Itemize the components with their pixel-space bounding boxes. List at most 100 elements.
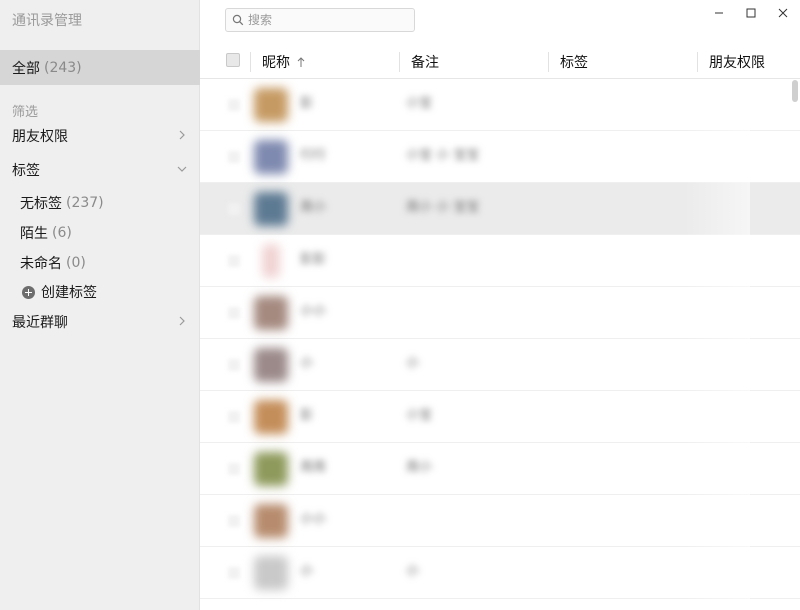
row-checkbox[interactable]: [228, 255, 240, 267]
row-checkbox[interactable]: [228, 463, 240, 475]
sidebar-item-label: 朋友权限: [12, 129, 68, 145]
tag-item-untagged[interactable]: 无标签 (237): [0, 190, 200, 216]
table-row[interactable]: 彭彭: [200, 235, 800, 287]
sidebar-item-recent-groups[interactable]: 最近群聊: [0, 308, 200, 336]
table-row[interactable]: 小 小: [200, 547, 800, 599]
avatar: [254, 400, 288, 434]
sidebar-item-all-label: 全部: [12, 60, 40, 77]
row-checkbox[interactable]: [228, 99, 240, 111]
table-row[interactable]: 小小: [200, 287, 800, 339]
row-nickname: 小: [300, 564, 314, 579]
sidebar-item-friend-permission[interactable]: 朋友权限: [0, 122, 200, 150]
tag-count: (6): [52, 225, 72, 241]
scrollbar-thumb[interactable]: [792, 80, 798, 102]
close-icon: [778, 8, 788, 18]
table-row[interactable]: 周周 周小: [200, 443, 800, 495]
column-header-nickname[interactable]: 昵称: [262, 44, 306, 79]
minimize-icon: [715, 12, 723, 14]
row-checkbox[interactable]: [228, 515, 240, 527]
row-remark: 小宝: [406, 96, 433, 111]
search-icon: [232, 14, 244, 26]
row-nickname: 彭: [300, 408, 314, 423]
avatar: [262, 244, 280, 278]
row-nickname: 周周: [300, 460, 327, 475]
avatar: [254, 452, 288, 486]
avatar: [254, 296, 288, 330]
avatar: [254, 140, 288, 174]
row-checkbox[interactable]: [228, 411, 240, 423]
tag-item-unnamed[interactable]: 未命名 (0): [0, 250, 200, 276]
create-tag-label: 创建标签: [41, 285, 97, 301]
table-row[interactable]: 小 小: [200, 339, 800, 391]
tag-count: (237): [66, 195, 104, 211]
tag-label: 未命名: [20, 256, 62, 272]
avatar: [254, 348, 288, 382]
row-nickname: 小小: [300, 304, 327, 319]
column-header-permission[interactable]: 朋友权限: [709, 44, 765, 79]
row-checkbox[interactable]: [228, 359, 240, 371]
table-header: 昵称 备注 标签 朋友权限: [200, 44, 800, 79]
tag-item-stranger[interactable]: 陌生 (6): [0, 220, 200, 246]
row-nickname: 彭彭: [300, 252, 327, 267]
close-button[interactable]: [772, 4, 794, 22]
main-panel: 昵称 备注 标签 朋友权限 彭 小宝 行行 小宝 小 宝宝: [200, 0, 800, 610]
maximize-icon: [746, 8, 756, 18]
row-checkbox[interactable]: [228, 203, 240, 215]
column-header-label: 朋友权限: [709, 54, 765, 71]
row-remark: 小宝 小 宝宝: [406, 148, 480, 163]
maximize-button[interactable]: [740, 4, 762, 22]
row-nickname: 小小: [300, 512, 327, 527]
row-remark: 周小 小 宝宝: [406, 200, 480, 215]
chevron-right-icon: [179, 130, 185, 140]
tag-label: 无标签: [20, 196, 62, 212]
avatar: [254, 192, 288, 226]
avatar: [254, 504, 288, 538]
row-remark: 小: [406, 564, 420, 579]
row-nickname: 行行: [300, 148, 327, 163]
chevron-right-icon: [179, 316, 185, 326]
table-row[interactable]: 行行 小宝 小 宝宝: [200, 131, 800, 183]
row-remark: 周小: [406, 460, 433, 475]
contact-list: 彭 小宝 行行 小宝 小 宝宝 周小 周小 小 宝宝 彭彭 小小 小 小 彭 小…: [200, 79, 800, 610]
app-title: 通讯录管理: [12, 13, 82, 29]
tag-label: 陌生: [20, 226, 48, 242]
sidebar-item-label: 最近群聊: [12, 315, 68, 331]
row-remark: 小宝: [406, 408, 433, 423]
table-row[interactable]: 彭 小宝: [200, 391, 800, 443]
sidebar-item-all[interactable]: 全部 (243): [0, 50, 200, 85]
column-header-label: 昵称: [262, 54, 290, 71]
column-header-remark[interactable]: 备注: [411, 44, 439, 79]
row-remark: 小: [406, 356, 420, 371]
column-header-label: 标签: [560, 54, 588, 71]
table-row[interactable]: 小小: [200, 495, 800, 547]
table-row-selected[interactable]: 周小 周小 小 宝宝: [200, 183, 800, 235]
avatar: [254, 88, 288, 122]
sidebar-item-label: 标签: [12, 163, 40, 179]
sidebar: 通讯录管理 全部 (243) 筛选 朋友权限 标签 无标签 (237) 陌生 (…: [0, 0, 200, 610]
row-checkbox[interactable]: [228, 307, 240, 319]
chevron-down-icon: [177, 166, 187, 172]
row-checkbox[interactable]: [228, 567, 240, 579]
row-nickname: 周小: [300, 200, 327, 215]
plus-circle-icon: [22, 285, 35, 299]
column-divider: [548, 52, 549, 72]
column-header-label: 备注: [411, 54, 439, 71]
create-tag-button[interactable]: 创建标签: [0, 279, 200, 305]
search-input[interactable]: [248, 13, 408, 27]
search-box[interactable]: [225, 8, 415, 32]
row-nickname: 彭: [300, 96, 314, 111]
column-header-tags[interactable]: 标签: [560, 44, 588, 79]
sort-ascending-icon: [297, 56, 305, 67]
sidebar-item-all-count: (243): [44, 59, 82, 76]
column-divider: [399, 52, 400, 72]
sidebar-item-tags[interactable]: 标签: [0, 156, 200, 184]
avatar: [254, 556, 288, 590]
row-checkbox[interactable]: [228, 151, 240, 163]
filter-section-label: 筛选: [12, 105, 39, 120]
minimize-button[interactable]: [708, 4, 730, 22]
select-all-checkbox[interactable]: [226, 53, 240, 67]
row-nickname: 小: [300, 356, 314, 371]
table-row[interactable]: 彭 小宝: [200, 79, 800, 131]
column-divider: [697, 52, 698, 72]
column-divider: [250, 52, 251, 72]
